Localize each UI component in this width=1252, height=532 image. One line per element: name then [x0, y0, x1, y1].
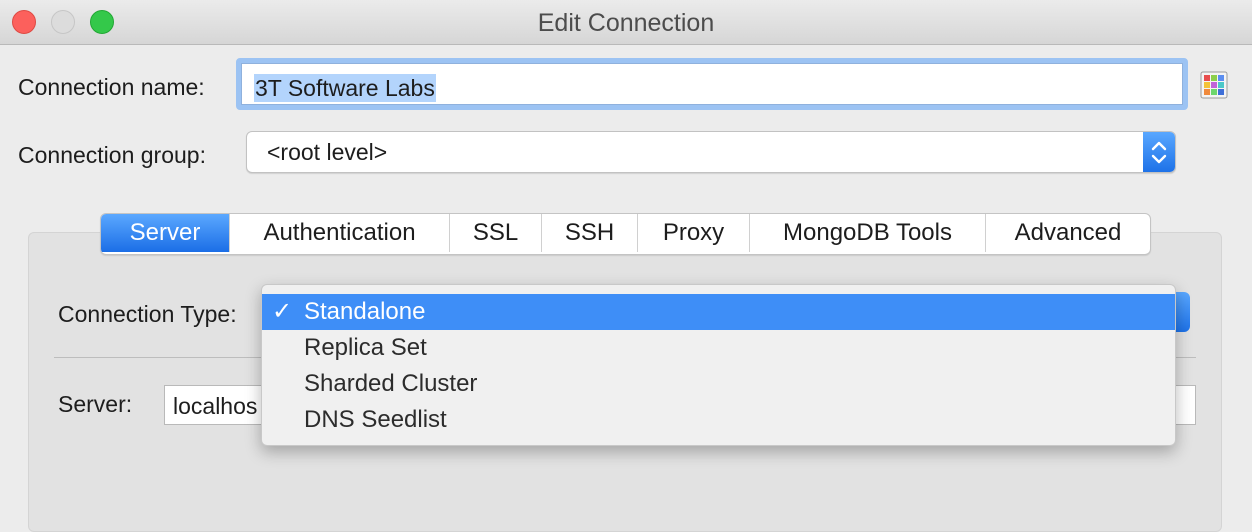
connection-name-label: Connection name:	[18, 74, 205, 100]
connection-group-label: Connection group:	[18, 142, 206, 168]
checkmark-icon: ✓	[272, 298, 293, 325]
connection-name-value: 3T Software Labs	[254, 74, 436, 102]
menu-item-standalone[interactable]: ✓ Standalone	[262, 294, 1175, 330]
connection-name-input[interactable]: 3T Software Labs	[236, 58, 1188, 110]
tab-ssh[interactable]: SSH	[541, 214, 637, 252]
window-title: Edit Connection	[537, 9, 715, 37]
tab-proxy[interactable]: Proxy	[637, 214, 749, 252]
color-grid-icon[interactable]	[1199, 70, 1229, 100]
menu-item-label: Sharded Cluster	[304, 370, 478, 397]
menu-item-label: DNS Seedlist	[304, 406, 447, 433]
connection-group-value: <root level>	[267, 139, 388, 165]
connection-group-select[interactable]: <root level>	[246, 131, 1176, 173]
connection-type-label: Connection Type:	[58, 301, 237, 327]
window-titlebar: Edit Connection	[0, 0, 1252, 45]
menu-item-label: Replica Set	[304, 334, 427, 361]
menu-item-replica-set[interactable]: Replica Set	[262, 330, 1175, 366]
connection-group-stepper[interactable]	[1143, 132, 1175, 172]
server-label: Server:	[58, 391, 133, 417]
tab-mongodb-tools[interactable]: MongoDB Tools	[749, 214, 985, 252]
tab-bar: Server Authentication SSL SSH Proxy Mong…	[100, 213, 1151, 255]
tab-authentication[interactable]: Authentication	[229, 214, 449, 252]
tab-ssl[interactable]: SSL	[449, 214, 541, 252]
chevron-up-down-icon	[1151, 141, 1167, 164]
tab-server[interactable]: Server	[101, 214, 229, 252]
server-host-value: localhos	[173, 393, 258, 419]
menu-item-sharded-cluster[interactable]: Sharded Cluster	[262, 366, 1175, 402]
tab-advanced[interactable]: Advanced	[985, 214, 1150, 252]
menu-item-dns-seedlist[interactable]: DNS Seedlist	[262, 402, 1175, 438]
connection-type-dropdown-menu: ✓ Standalone Replica Set Sharded Cluster…	[261, 284, 1176, 446]
menu-item-label: Standalone	[304, 298, 426, 325]
